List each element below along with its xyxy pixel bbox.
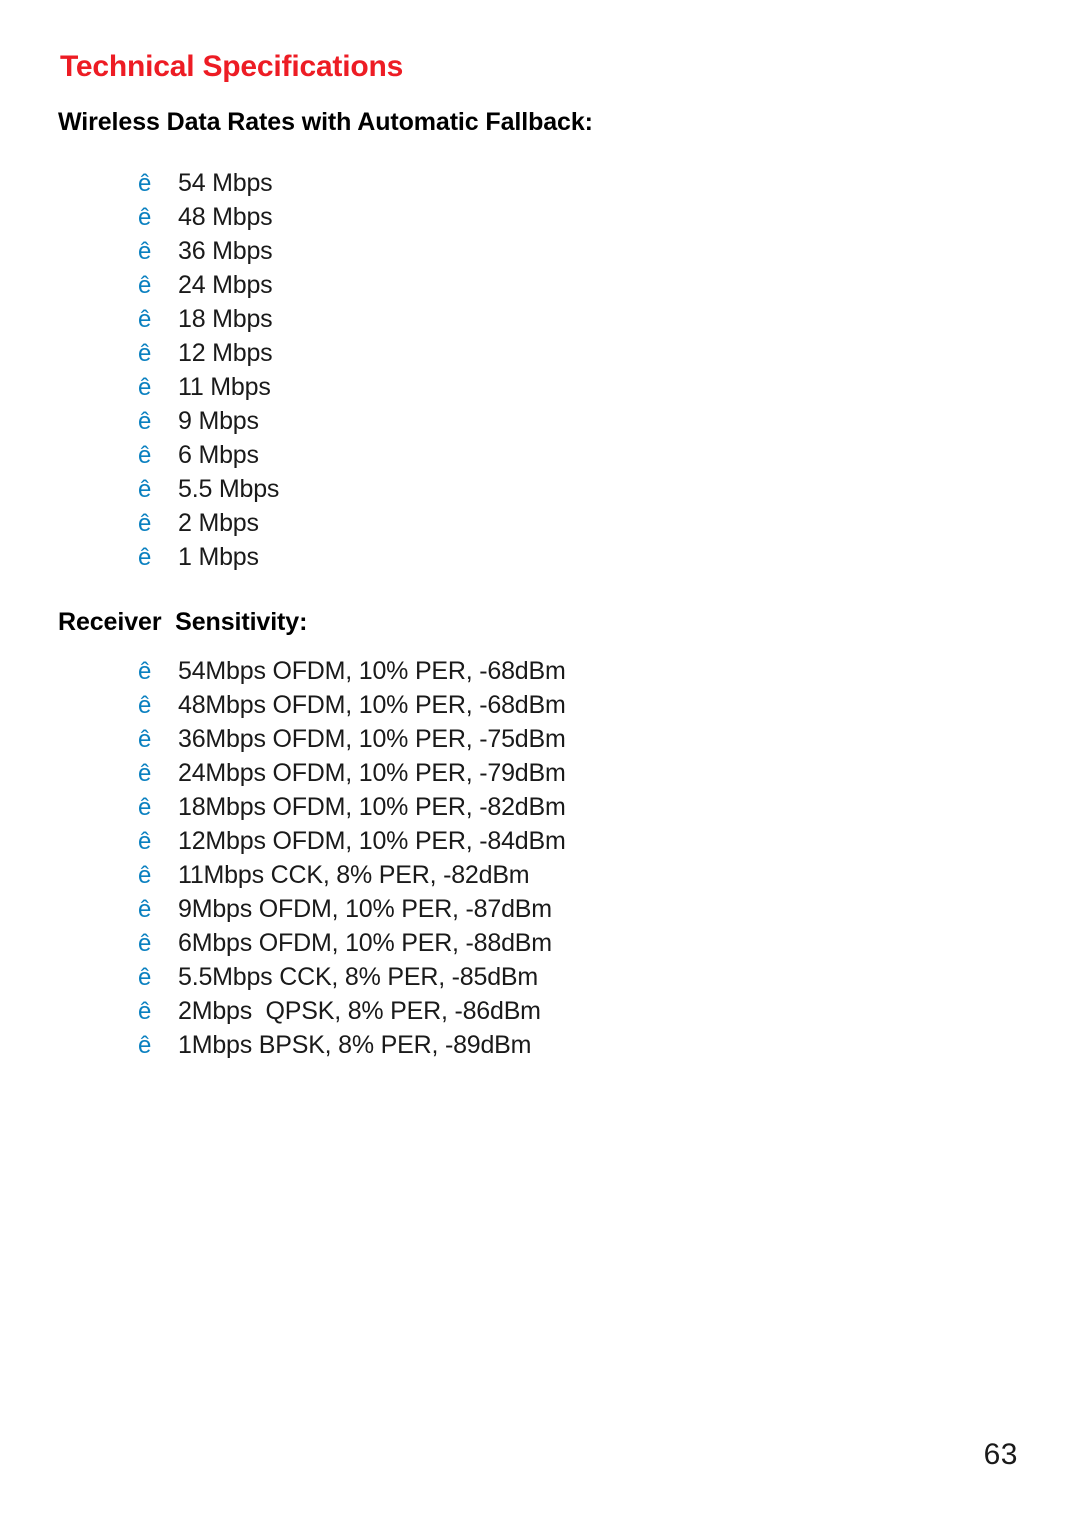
arrow-bullet-icon: ê bbox=[138, 658, 152, 685]
list-item: ê 6Mbps OFDM, 10% PER, -88dBm bbox=[138, 926, 566, 960]
arrow-bullet-icon: ê bbox=[138, 408, 152, 435]
receiver-sensitivity-label: 6Mbps OFDM, 10% PER, -88dBm bbox=[178, 929, 552, 957]
arrow-bullet-icon: ê bbox=[138, 204, 152, 231]
list-item: ê 54Mbps OFDM, 10% PER, -68dBm bbox=[138, 654, 566, 688]
list-item: ê 1Mbps BPSK, 8% PER, -89dBm bbox=[138, 1028, 566, 1062]
list-item: ê 48 Mbps bbox=[138, 200, 279, 234]
receiver-sensitivity-label: 48Mbps OFDM, 10% PER, -68dBm bbox=[178, 691, 566, 719]
wireless-rate-label: 48 Mbps bbox=[178, 203, 273, 231]
list-item: ê 24 Mbps bbox=[138, 268, 279, 302]
arrow-bullet-icon: ê bbox=[138, 510, 152, 537]
list-item: ê 5.5 Mbps bbox=[138, 472, 279, 506]
wireless-rate-label: 36 Mbps bbox=[178, 237, 273, 265]
wireless-rate-label: 24 Mbps bbox=[178, 271, 273, 299]
receiver-sensitivity-label: 18Mbps OFDM, 10% PER, -82dBm bbox=[178, 793, 566, 821]
arrow-bullet-icon: ê bbox=[138, 306, 152, 333]
list-item: ê 12 Mbps bbox=[138, 336, 279, 370]
list-item: ê 9 Mbps bbox=[138, 404, 279, 438]
list-item: ê 2Mbps QPSK, 8% PER, -86dBm bbox=[138, 994, 566, 1028]
arrow-bullet-icon: ê bbox=[138, 1032, 152, 1059]
document-page: Technical Specifications Wireless Data R… bbox=[0, 0, 1080, 1529]
receiver-sensitivity-label: 1Mbps BPSK, 8% PER, -89dBm bbox=[178, 1031, 532, 1059]
page-number: 63 bbox=[983, 1438, 1018, 1471]
list-item: ê 54 Mbps bbox=[138, 166, 279, 200]
wireless-rate-label: 12 Mbps bbox=[178, 339, 273, 367]
receiver-sensitivity-label: 36Mbps OFDM, 10% PER, -75dBm bbox=[178, 725, 566, 753]
arrow-bullet-icon: ê bbox=[138, 340, 152, 367]
section-heading-receiver-sensitivity: Receiver Sensitivity: bbox=[58, 608, 308, 636]
list-item: ê 12Mbps OFDM, 10% PER, -84dBm bbox=[138, 824, 566, 858]
arrow-bullet-icon: ê bbox=[138, 170, 152, 197]
section-heading-wireless-data-rates: Wireless Data Rates with Automatic Fallb… bbox=[58, 108, 593, 136]
wireless-rate-label: 54 Mbps bbox=[178, 169, 273, 197]
list-item: ê 6 Mbps bbox=[138, 438, 279, 472]
page-title: Technical Specifications bbox=[60, 50, 404, 83]
list-item: ê 5.5Mbps CCK, 8% PER, -85dBm bbox=[138, 960, 566, 994]
receiver-sensitivity-label: 24Mbps OFDM, 10% PER, -79dBm bbox=[178, 759, 566, 787]
arrow-bullet-icon: ê bbox=[138, 442, 152, 469]
list-item: ê 9Mbps OFDM, 10% PER, -87dBm bbox=[138, 892, 566, 926]
receiver-sensitivity-list: ê 54Mbps OFDM, 10% PER, -68dBm ê 48Mbps OFD… bbox=[138, 654, 566, 1062]
list-item: ê 24Mbps OFDM, 10% PER, -79dBm bbox=[138, 756, 566, 790]
receiver-sensitivity-label: 9Mbps OFDM, 10% PER, -87dBm bbox=[178, 895, 552, 923]
arrow-bullet-icon: ê bbox=[138, 896, 152, 923]
list-item: ê 36Mbps OFDM, 10% PER, -75dBm bbox=[138, 722, 566, 756]
list-item: ê 18Mbps OFDM, 10% PER, -82dBm bbox=[138, 790, 566, 824]
arrow-bullet-icon: ê bbox=[138, 862, 152, 889]
wireless-rate-label: 6 Mbps bbox=[178, 441, 259, 469]
receiver-sensitivity-label: 2Mbps QPSK, 8% PER, -86dBm bbox=[178, 997, 541, 1025]
list-item: ê 1 Mbps bbox=[138, 540, 279, 574]
receiver-sensitivity-label: 54Mbps OFDM, 10% PER, -68dBm bbox=[178, 657, 566, 685]
arrow-bullet-icon: ê bbox=[138, 794, 152, 821]
arrow-bullet-icon: ê bbox=[138, 272, 152, 299]
arrow-bullet-icon: ê bbox=[138, 760, 152, 787]
list-item: ê 18 Mbps bbox=[138, 302, 279, 336]
arrow-bullet-icon: ê bbox=[138, 930, 152, 957]
wireless-rate-label: 18 Mbps bbox=[178, 305, 273, 333]
wireless-rate-label: 5.5 Mbps bbox=[178, 475, 280, 503]
list-item: ê 11 Mbps bbox=[138, 370, 279, 404]
receiver-sensitivity-label: 5.5Mbps CCK, 8% PER, -85dBm bbox=[178, 963, 539, 991]
arrow-bullet-icon: ê bbox=[138, 998, 152, 1025]
receiver-sensitivity-label: 12Mbps OFDM, 10% PER, -84dBm bbox=[178, 827, 566, 855]
list-item: ê 2 Mbps bbox=[138, 506, 279, 540]
wireless-rate-label: 1 Mbps bbox=[178, 543, 259, 571]
list-item: ê 48Mbps OFDM, 10% PER, -68dBm bbox=[138, 688, 566, 722]
wireless-rate-label: 9 Mbps bbox=[178, 407, 259, 435]
receiver-sensitivity-label: 11Mbps CCK, 8% PER, -82dBm bbox=[178, 861, 530, 889]
arrow-bullet-icon: ê bbox=[138, 374, 152, 401]
list-item: ê 11Mbps CCK, 8% PER, -82dBm bbox=[138, 858, 566, 892]
wireless-rate-label: 2 Mbps bbox=[178, 509, 259, 537]
arrow-bullet-icon: ê bbox=[138, 726, 152, 753]
arrow-bullet-icon: ê bbox=[138, 544, 152, 571]
list-item: ê 36 Mbps bbox=[138, 234, 279, 268]
arrow-bullet-icon: ê bbox=[138, 476, 152, 503]
wireless-rate-label: 11 Mbps bbox=[178, 373, 271, 401]
arrow-bullet-icon: ê bbox=[138, 828, 152, 855]
arrow-bullet-icon: ê bbox=[138, 238, 152, 265]
arrow-bullet-icon: ê bbox=[138, 692, 152, 719]
arrow-bullet-icon: ê bbox=[138, 964, 152, 991]
wireless-data-rates-list: ê 54 Mbps ê 48 Mbps ê 36 Mbps ê 24 Mbps ê 18 Mbps… bbox=[138, 166, 279, 574]
